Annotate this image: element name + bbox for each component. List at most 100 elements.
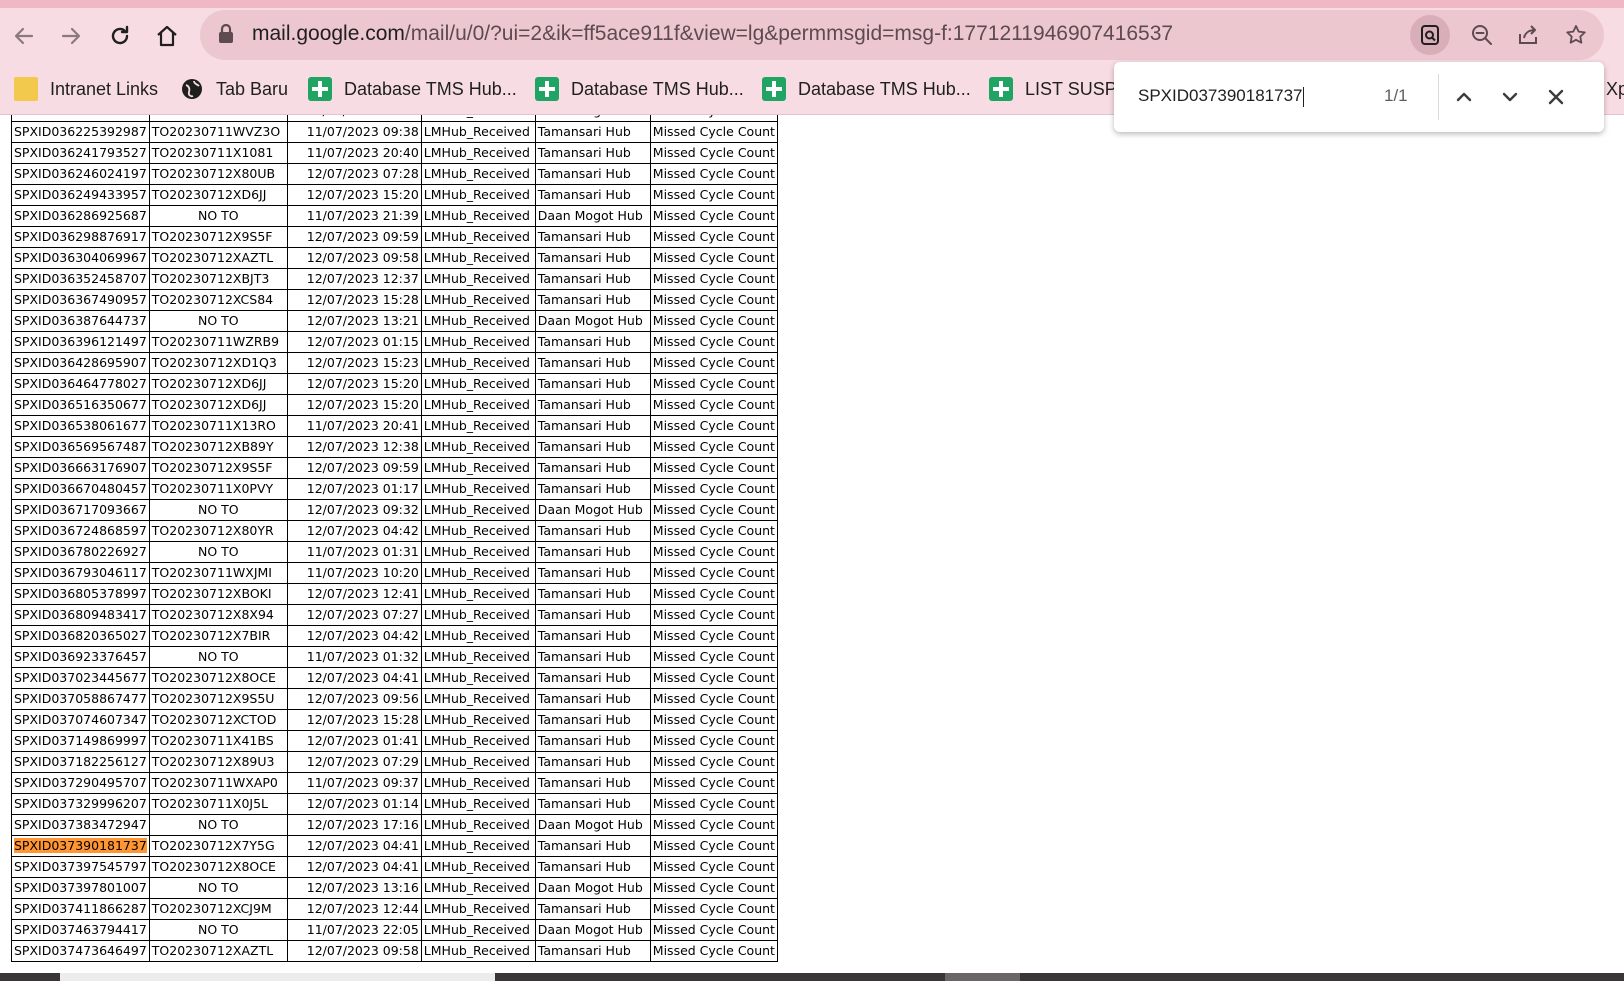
back-arrow-icon[interactable] bbox=[2, 14, 46, 58]
table-row: SPXID036352458707 TO20230712XBJT3 12/07/20… bbox=[11, 268, 778, 290]
table-row: SPXID037390181737 TO20230712X7Y5G 12/07/20… bbox=[11, 835, 778, 857]
status-cell: LMHub_Received bbox=[420, 688, 536, 710]
hub-cell: Tamansari Hub bbox=[534, 121, 651, 143]
hub-cell: Tamansari Hub bbox=[534, 226, 651, 248]
timestamp-cell: 11/07/2023 01:32 bbox=[286, 646, 422, 668]
timestamp-cell: 12/07/2023 09:32 bbox=[286, 499, 422, 521]
bookmark-tab-baru[interactable]: Tab Baru bbox=[180, 74, 288, 104]
status-cell: LMHub_Received bbox=[420, 835, 536, 857]
table-row: SPXID036286925687 NO TO 11/07/2023 21:39 LM… bbox=[11, 205, 778, 227]
reload-icon[interactable] bbox=[98, 14, 142, 58]
timestamp-cell: 12/07/2023 09:59 bbox=[286, 457, 422, 479]
to-number-cell: TO20230712X9S5F bbox=[148, 457, 288, 479]
timestamp-cell: 12/07/2023 07:28 bbox=[286, 163, 422, 185]
shipment-id-cell: SPXID037329996207 bbox=[11, 793, 150, 815]
to-number-cell: TO20230712XCTOD bbox=[148, 709, 288, 731]
shipment-id-cell: SPXID036516350677 bbox=[11, 394, 150, 416]
close-icon[interactable] bbox=[1540, 81, 1572, 113]
to-number-cell: NO TO bbox=[148, 541, 288, 563]
url-host: mail.google.com bbox=[252, 22, 405, 45]
data-table: SPXID036216487117NO TO12/07/2023 17:16LM… bbox=[11, 115, 778, 962]
status-cell: LMHub_Received bbox=[420, 541, 536, 563]
reason-cell: Missed Cycle Count bbox=[649, 835, 778, 857]
timestamp-cell: 12/07/2023 09:58 bbox=[286, 247, 422, 269]
shipment-id-cell: SPXID037383472947 bbox=[11, 814, 150, 836]
timestamp-cell: 12/07/2023 17:16 bbox=[286, 814, 422, 836]
shipment-id-cell: SPXID036569567487 bbox=[11, 436, 150, 458]
status-cell: LMHub_Received bbox=[420, 478, 536, 500]
reason-cell: Missed Cycle Count bbox=[649, 373, 778, 395]
bookmark-database-tms-hub-1[interactable]: Database TMS Hub... bbox=[308, 74, 517, 104]
url-text[interactable]: mail.google.com/mail/u/0/?ui=2&ik=ff5ace… bbox=[252, 22, 1173, 46]
page-content: SPXID036216487117NO TO12/07/2023 17:16LM… bbox=[0, 115, 1624, 973]
reason-cell: Missed Cycle Count bbox=[649, 520, 778, 542]
status-cell: LMHub_Received bbox=[420, 856, 536, 878]
table-row: SPXID037463794417 NO TO 11/07/2023 22:05 LM… bbox=[11, 919, 778, 941]
reason-cell: Missed Cycle Count bbox=[649, 331, 778, 353]
zoom-out-icon[interactable] bbox=[1462, 15, 1502, 55]
table-row: SPXID036428695907 TO20230712XD1Q3 12/07/20… bbox=[11, 352, 778, 374]
reason-cell: Missed Cycle Count bbox=[649, 163, 778, 185]
table-row: SPXID037149869997 TO20230711X41BS 12/07/20… bbox=[11, 730, 778, 752]
bookmark-database-tms-hub-2[interactable]: Database TMS Hub... bbox=[535, 74, 744, 104]
address-bar[interactable]: mail.google.com/mail/u/0/?ui=2&ik=ff5ace… bbox=[200, 10, 1604, 60]
bookmark-label: Intranet Links bbox=[50, 78, 159, 99]
hub-cell: Daan Mogot Hub bbox=[534, 814, 651, 836]
table-row: SPXID036304069967 TO20230712XAZTL 12/07/20… bbox=[11, 247, 778, 269]
reason-cell: Missed Cycle Count bbox=[649, 625, 778, 647]
hub-cell: Tamansari Hub bbox=[534, 478, 651, 500]
reason-cell: Missed Cycle Count bbox=[649, 562, 778, 584]
to-number-cell: TO20230712XAZTL bbox=[148, 940, 288, 962]
hub-cell: Tamansari Hub bbox=[534, 436, 651, 458]
table-row: SPXID036249433957 TO20230712XD6JJ 12/07/20… bbox=[11, 184, 778, 206]
bookmark-list-suspe[interactable]: LIST SUSPE bbox=[989, 74, 1129, 104]
to-number-cell: TO20230711WZRB9 bbox=[148, 331, 288, 353]
to-number-cell: TO20230711X41BS bbox=[148, 730, 288, 752]
bookmark-intranet-links[interactable]: Intranet Links bbox=[14, 74, 158, 104]
chevron-up-icon[interactable] bbox=[1448, 81, 1480, 113]
find-input[interactable]: SPXID037390181737 bbox=[1138, 86, 1304, 107]
hub-cell: Tamansari Hub bbox=[534, 163, 651, 185]
shipment-id-cell: SPXID036304069967 bbox=[11, 247, 150, 269]
taskbar-edge bbox=[0, 973, 1624, 981]
timestamp-cell: 12/07/2023 09:59 bbox=[286, 226, 422, 248]
status-cell: LMHub_Received bbox=[420, 814, 536, 836]
home-icon[interactable] bbox=[145, 14, 189, 58]
status-cell: LMHub_Received bbox=[420, 394, 536, 416]
to-number-cell: TO20230712X9S5F bbox=[148, 226, 288, 248]
to-number-cell: TO20230712XD6JJ bbox=[148, 184, 288, 206]
bookmark-star-icon[interactable] bbox=[1556, 15, 1596, 55]
table-row: SPXID036670480457 TO20230711X0PVY 12/07/20… bbox=[11, 478, 778, 500]
status-cell: LMHub_Received bbox=[420, 373, 536, 395]
find-match-count: 1/1 bbox=[1384, 86, 1408, 105]
timestamp-cell: 12/07/2023 15:28 bbox=[286, 289, 422, 311]
status-cell: LMHub_Received bbox=[420, 898, 536, 920]
to-number-cell: TO20230712XD6JJ bbox=[148, 394, 288, 416]
timestamp-cell: 12/07/2023 01:14 bbox=[286, 793, 422, 815]
status-cell: LMHub_Received bbox=[420, 205, 536, 227]
to-number-cell: TO20230712XCJ9M bbox=[148, 898, 288, 920]
hub-cell: Daan Mogot Hub bbox=[534, 205, 651, 227]
reason-cell: Missed Cycle Count bbox=[649, 289, 778, 311]
timestamp-cell: 11/07/2023 09:37 bbox=[286, 772, 422, 794]
lock-icon[interactable] bbox=[218, 23, 234, 49]
bookmark-xp[interactable]: Xp bbox=[1606, 74, 1624, 104]
sheets-icon bbox=[762, 77, 786, 101]
hub-cell: Tamansari Hub bbox=[534, 247, 651, 269]
reason-cell: Missed Cycle Count bbox=[649, 499, 778, 521]
bookmark-label: Database TMS Hub... bbox=[798, 78, 971, 99]
table-row: SPXID036225392987 TO20230711WVZ3O 11/07/20… bbox=[11, 121, 778, 143]
shipment-id-cell: SPXID037074607347 bbox=[11, 709, 150, 731]
timestamp-cell: 12/07/2023 07:27 bbox=[286, 604, 422, 626]
hub-cell: Tamansari Hub bbox=[534, 604, 651, 626]
timestamp-cell: 11/07/2023 09:38 bbox=[286, 121, 422, 143]
google-lens-icon[interactable] bbox=[1410, 15, 1450, 55]
status-cell: LMHub_Received bbox=[420, 730, 536, 752]
sheets-icon bbox=[989, 77, 1013, 101]
forward-arrow-icon[interactable] bbox=[49, 14, 93, 58]
chevron-down-icon[interactable] bbox=[1494, 81, 1526, 113]
share-icon[interactable] bbox=[1508, 15, 1548, 55]
table-row: SPXID037290495707 TO20230711WXAP0 11/07/20… bbox=[11, 772, 778, 794]
hub-cell: Tamansari Hub bbox=[534, 667, 651, 689]
bookmark-database-tms-hub-3[interactable]: Database TMS Hub... bbox=[762, 74, 971, 104]
